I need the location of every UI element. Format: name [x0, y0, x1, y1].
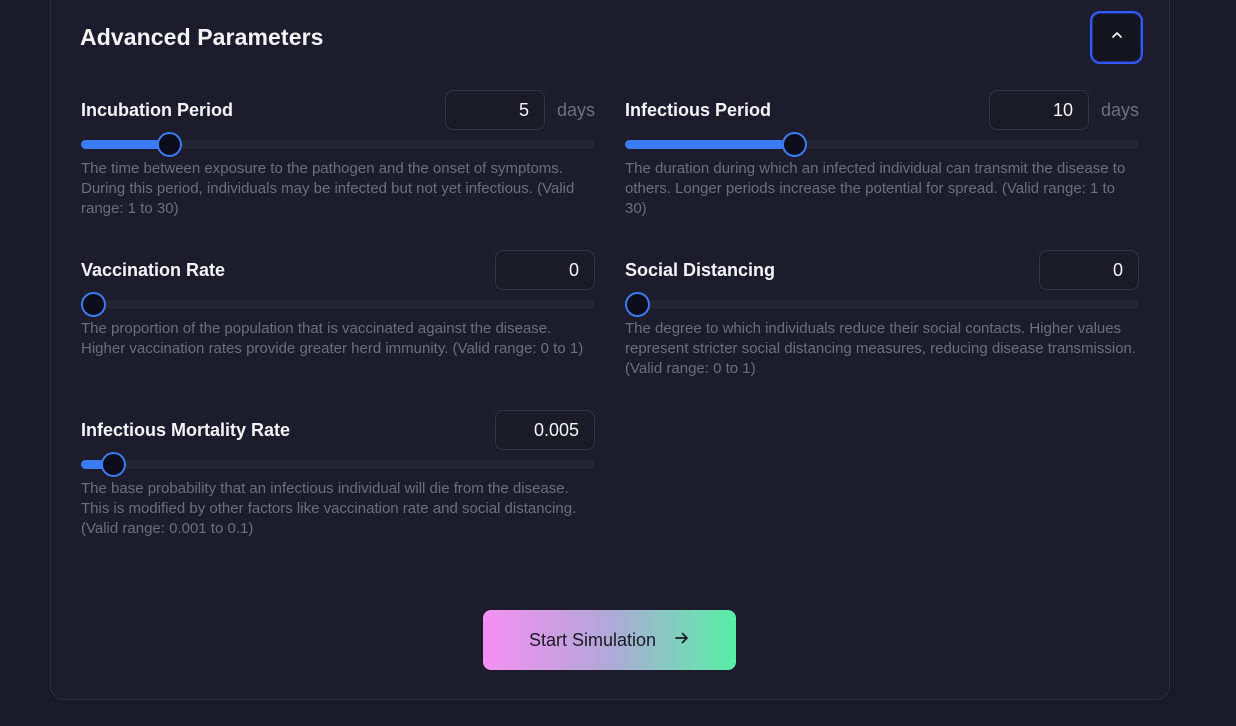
slider-fill — [625, 140, 794, 149]
mortality-rate-input[interactable]: 0.005 — [495, 410, 595, 450]
incubation-period-slider[interactable] — [81, 132, 595, 157]
social-distancing-input[interactable]: 0 — [1039, 250, 1139, 290]
start-simulation-button[interactable]: Start Simulation — [483, 610, 736, 670]
param-label: Vaccination Rate — [81, 260, 226, 280]
param-label: Infectious Mortality Rate — [81, 420, 291, 440]
vaccination-rate-input[interactable]: 0 — [495, 250, 595, 290]
infectious-period-input[interactable]: 10 — [989, 90, 1089, 130]
param-label: Infectious Period — [625, 100, 772, 120]
param-description: The degree to which individuals reduce t… — [625, 320, 1137, 377]
param-description: The time between exposure to the pathoge… — [81, 160, 575, 217]
slider-thumb[interactable] — [81, 292, 106, 317]
slider-fill — [81, 140, 169, 149]
section-title: Advanced Parameters — [80, 24, 324, 50]
mortality-rate-slider[interactable] — [81, 452, 595, 477]
slider-thumb[interactable] — [100, 452, 126, 477]
incubation-period-input[interactable]: 5 — [445, 90, 545, 130]
param-label: Social Distancing — [625, 260, 776, 280]
param-description: The base probability that an infectious … — [81, 480, 577, 537]
param-description: The proportion of the population that is… — [81, 320, 584, 357]
social-distancing-slider[interactable] — [625, 292, 1139, 317]
vaccination-rate-slider[interactable] — [81, 292, 595, 317]
slider-thumb[interactable] — [781, 132, 807, 157]
slider-thumb[interactable] — [625, 292, 650, 317]
param-label: Incubation Period — [81, 100, 234, 120]
unit-label: days — [1100, 100, 1139, 120]
infectious-period-slider[interactable] — [625, 132, 1139, 157]
start-simulation-label: Start Simulation — [528, 629, 657, 650]
arrow-right-icon — [674, 630, 690, 651]
unit-label: days — [556, 100, 595, 120]
collapse-button[interactable] — [1090, 11, 1143, 64]
param-description: The duration during which an infected in… — [625, 160, 1126, 217]
chevron-up-icon — [1110, 28, 1124, 47]
slider-thumb[interactable] — [156, 132, 182, 157]
